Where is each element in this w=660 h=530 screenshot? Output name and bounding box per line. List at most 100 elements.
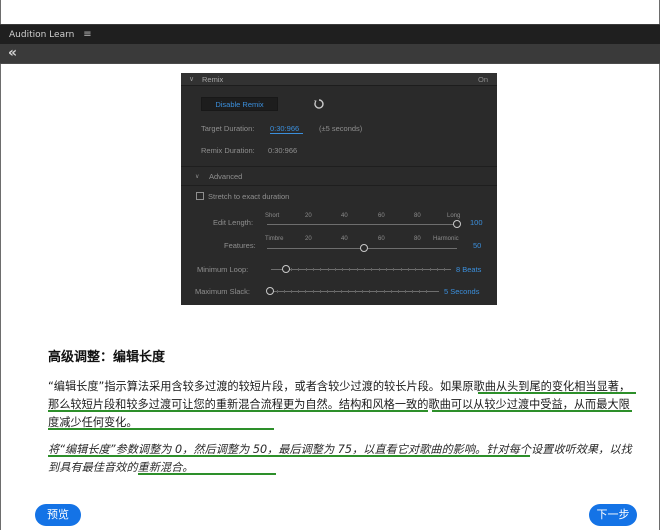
- slider-tick: [327, 268, 329, 271]
- slider-tick: [376, 290, 378, 293]
- slider-tick: [334, 268, 336, 271]
- slider-tick: [340, 290, 342, 293]
- slider-tick: [415, 268, 417, 271]
- lesson-heading: 高级调整：编辑长度: [48, 350, 166, 365]
- slider-tick: [277, 290, 278, 293]
- stretch-label: Stretch to exact duration: [208, 192, 290, 201]
- minimum-loop-slider-thumb[interactable]: [282, 265, 290, 273]
- features-tick-label: 40: [341, 236, 348, 242]
- highlight-underline: [432, 410, 632, 412]
- features-tick-label: 20: [305, 236, 312, 242]
- reset-icon[interactable]: [313, 98, 325, 110]
- slider-tick: [319, 290, 321, 293]
- slider-tick: [284, 290, 286, 293]
- edit-length-slider-thumb[interactable]: [453, 220, 461, 228]
- slider-tick: [348, 290, 349, 293]
- edit-length-tick-label: 60: [378, 213, 385, 219]
- target-duration-value[interactable]: 0:30:966: [270, 124, 299, 133]
- slider-tick: [371, 268, 373, 271]
- disable-remix-button[interactable]: Disable Remix: [201, 97, 278, 111]
- slider-tick: [312, 290, 314, 293]
- slider-tick: [383, 290, 385, 293]
- next-step-button[interactable]: 下一步: [589, 504, 637, 526]
- slider-tick: [342, 268, 344, 271]
- remix-header-title: Remix: [202, 75, 224, 84]
- slider-tick: [305, 268, 307, 271]
- app-title: Audition Learn: [9, 30, 75, 40]
- lesson-instruction: 将“编辑长度”参数调整为 0，然后调整为 50，最后调整为 75，以直看它对歌曲…: [48, 443, 632, 474]
- slider-tick: [349, 268, 351, 271]
- slider-tick: [305, 290, 307, 293]
- slider-tick: [437, 268, 438, 271]
- slider-tick: [404, 290, 406, 293]
- toolbar: «: [0, 44, 660, 64]
- features-label: Features:: [224, 241, 256, 250]
- remix-panel-header: ∨ Remix On: [181, 73, 497, 86]
- edit-length-label: Edit Length:: [213, 218, 254, 227]
- features-slider-thumb[interactable]: [360, 244, 368, 252]
- collapse-double-chevron-icon[interactable]: «: [8, 44, 17, 63]
- features-right-label: Harmonic: [433, 236, 459, 242]
- remix-header-state: On: [477, 75, 488, 84]
- remix-duration-value: 0:30:966: [268, 146, 298, 155]
- divider: [181, 185, 497, 186]
- divider: [181, 166, 497, 167]
- highlight-underline: [142, 410, 428, 412]
- edit-length-tick-label: 40: [341, 213, 348, 219]
- edit-length-left-label: Short: [265, 213, 280, 219]
- minimum-loop-label: Minimum Loop:: [197, 265, 249, 274]
- stretch-checkbox[interactable]: [196, 192, 204, 200]
- slider-tick: [291, 268, 292, 271]
- slider-tick: [333, 290, 335, 293]
- title-bar: Audition Learn ≡: [0, 24, 660, 44]
- target-duration-label: Target Duration:: [201, 124, 255, 133]
- advanced-caret-icon[interactable]: ∨: [195, 173, 199, 180]
- maximum-slack-value[interactable]: 5 Seconds: [444, 287, 479, 296]
- slider-tick: [400, 268, 402, 271]
- collapse-caret-icon: ∨: [189, 76, 195, 83]
- maximum-slack-track: [269, 291, 439, 292]
- slider-tick: [369, 290, 371, 293]
- remix-panel-screenshot: ∨ Remix On Disable Remix Target Duration…: [181, 73, 497, 305]
- features-left-label: Timbre: [265, 236, 284, 242]
- slider-tick: [378, 268, 380, 271]
- slider-tick: [407, 268, 409, 271]
- edit-length-right-label: Long: [447, 213, 461, 219]
- maximum-slack-slider-thumb[interactable]: [266, 287, 274, 295]
- highlight-underline: [48, 455, 530, 457]
- minimum-loop-value[interactable]: 8 Beats: [456, 265, 481, 274]
- edit-length-tick-label: 20: [305, 213, 312, 219]
- slider-tick: [320, 268, 322, 271]
- preview-button[interactable]: 预览: [35, 504, 81, 526]
- highlight-underline: [138, 473, 276, 475]
- remix-duration-label: Remix Duration:: [201, 146, 255, 155]
- slider-tick: [385, 268, 387, 271]
- slider-tick: [397, 290, 399, 293]
- slider-tick: [393, 268, 395, 271]
- slider-tick: [362, 290, 364, 293]
- slider-tick: [298, 290, 300, 293]
- advanced-label: Advanced: [209, 172, 243, 181]
- slider-tick: [444, 268, 446, 271]
- slider-tick: [422, 268, 424, 271]
- slider-tick: [355, 290, 357, 293]
- features-tick-label: 60: [378, 236, 385, 242]
- features-tick-label: 80: [414, 236, 421, 242]
- hamburger-menu-icon[interactable]: ≡: [83, 29, 91, 40]
- slider-tick: [390, 290, 392, 293]
- edit-length-track: [267, 224, 457, 225]
- slider-tick: [326, 290, 328, 293]
- slider-tick: [356, 268, 358, 271]
- edit-length-tick-label: 80: [414, 213, 421, 219]
- target-duration-underline: [270, 133, 303, 134]
- slider-tick: [426, 290, 428, 293]
- slider-tick: [298, 268, 300, 271]
- edit-length-value[interactable]: 100: [470, 218, 483, 227]
- features-value[interactable]: 50: [473, 241, 481, 250]
- maximum-slack-label: Maximum Slack:: [195, 287, 251, 296]
- highlight-underline: [478, 392, 636, 394]
- slider-tick: [419, 290, 420, 293]
- highlight-underline: [48, 428, 274, 430]
- slider-tick: [291, 290, 293, 293]
- lesson-paragraph: “编辑长度”指示算法采用含较多过渡的较短片段，或者含较少过渡的较长片段。如果原歌…: [48, 380, 631, 429]
